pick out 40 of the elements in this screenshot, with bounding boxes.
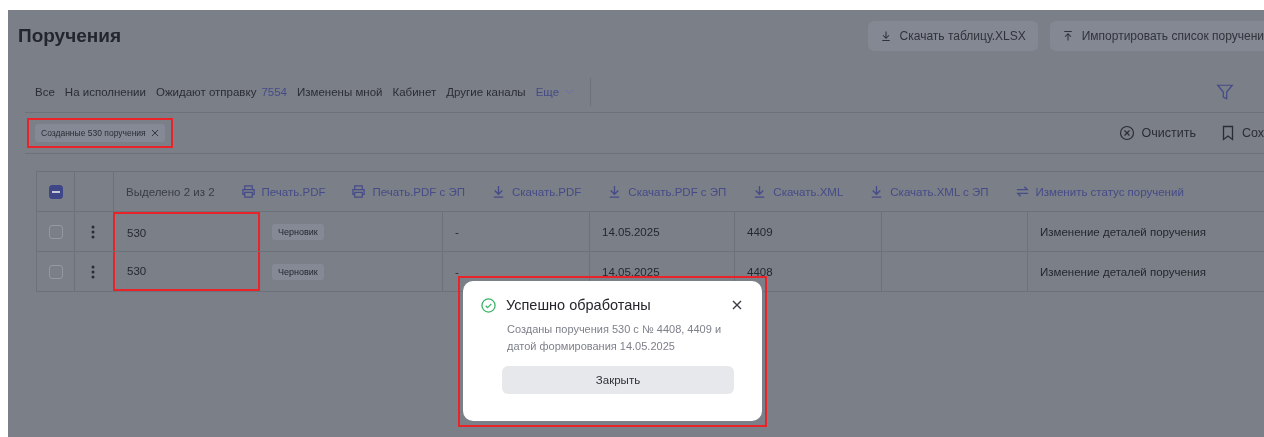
header-button[interactable]: Скачать таблицу.XLSX	[867, 21, 1038, 51]
table-cell: Изменение деталей поручения	[1028, 212, 1264, 251]
select-all-checkbox[interactable]	[49, 184, 63, 199]
printer-icon	[240, 184, 256, 199]
upload-icon	[1061, 30, 1074, 42]
row-checkbox[interactable]	[49, 264, 63, 279]
filter-tab[interactable]: На исполнении	[64, 86, 146, 98]
header-button[interactable]: Импортировать список поручени	[1049, 21, 1264, 51]
table-cell: 14.05.2025	[590, 212, 735, 251]
filter-action[interactable]: Сох	[1219, 125, 1264, 141]
filter-chip[interactable]: Созданные 530 поручения	[35, 124, 165, 142]
page-title: Поручения	[18, 25, 123, 47]
clear-icon	[1119, 125, 1136, 141]
kebab-menu-icon[interactable]	[91, 264, 95, 279]
close-button[interactable]: Закрыть	[502, 366, 734, 394]
table-cell: 4409	[735, 212, 882, 251]
swap-arrows-icon	[1014, 184, 1030, 199]
dialog-message: Созданы поручения 530 с № 4408, 4409 и датой формирования 14.05.2025	[507, 322, 723, 354]
dialog-title: Успешно обработаны	[506, 297, 652, 313]
row-checkbox[interactable]	[49, 224, 63, 239]
close-icon[interactable]	[730, 298, 744, 312]
table-cell: 530	[113, 212, 260, 251]
filter-tab[interactable]: Изменены мной	[297, 86, 383, 98]
download-icon	[491, 184, 506, 199]
status-badge: Черновик	[272, 263, 324, 280]
selection-count: Выделено 2 из 2	[126, 185, 215, 198]
filter-icon[interactable]	[1216, 83, 1234, 101]
table-cell: Изменение деталей поручения	[1028, 252, 1264, 291]
kebab-menu-icon[interactable]	[91, 224, 95, 239]
download-icon	[879, 30, 892, 42]
success-check-icon	[481, 297, 496, 313]
table-cell: 530	[113, 252, 260, 291]
chevron-down-icon	[565, 89, 575, 95]
filter-tab[interactable]: Другие каналы	[446, 86, 526, 98]
printer-icon	[351, 184, 367, 199]
filter-action[interactable]: Очистить	[1119, 125, 1196, 141]
filter-tab[interactable]: Кабинет	[392, 86, 437, 98]
status-badge: Черновик	[272, 223, 324, 240]
filter-tab[interactable]: Все	[35, 86, 55, 98]
table-cell: -	[443, 212, 590, 251]
